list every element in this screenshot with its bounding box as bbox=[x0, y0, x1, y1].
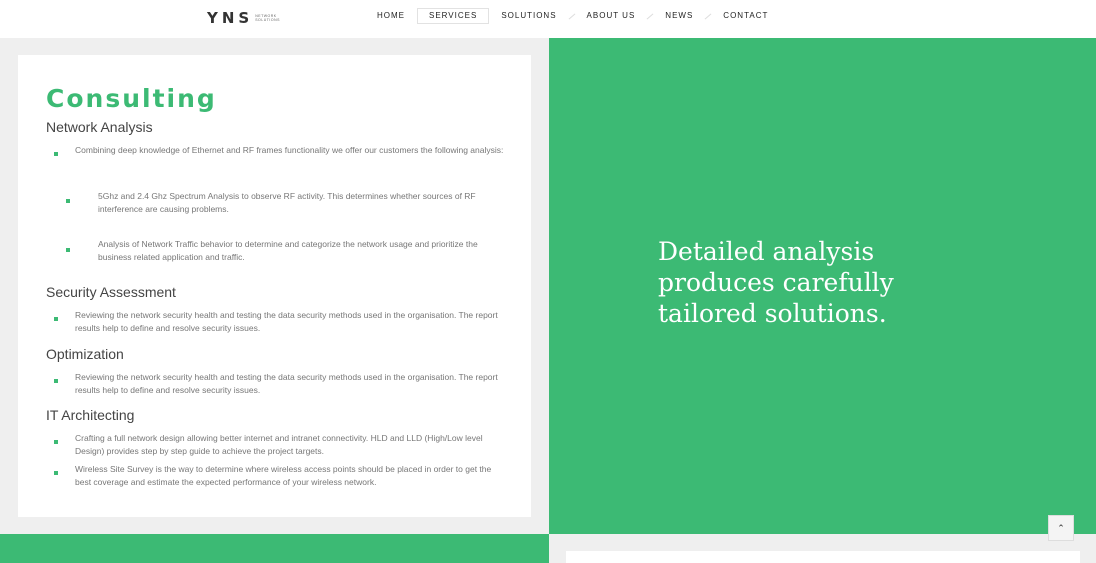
next-section-card bbox=[566, 551, 1080, 563]
scroll-to-top-button[interactable]: ⌃ bbox=[1048, 515, 1074, 541]
section-heading-security-assessment: Security Assessment bbox=[46, 284, 176, 300]
nav-solutions[interactable]: SOLUTIONS bbox=[492, 8, 565, 24]
list-item: Combining deep knowledge of Ethernet and… bbox=[75, 145, 504, 155]
main-nav: HOME SERVICES SOLUTIONS ABOUT US NEWS CO… bbox=[368, 8, 777, 24]
nav-divider bbox=[646, 13, 654, 19]
nav-services[interactable]: SERVICES bbox=[417, 8, 490, 24]
list-item: Reviewing the network security health an… bbox=[75, 372, 498, 395]
hero-tagline: Detailed analysis produces carefully tai… bbox=[658, 237, 894, 328]
list-item: Reviewing the network security health an… bbox=[75, 310, 498, 333]
bullet-icon bbox=[54, 152, 58, 156]
list-item: Crafting a full network design allowing … bbox=[75, 433, 483, 456]
bullet-icon bbox=[66, 199, 70, 203]
bullet-icon bbox=[66, 248, 70, 252]
logo-mark: YNS bbox=[207, 9, 254, 27]
nav-divider bbox=[568, 13, 575, 19]
nav-home[interactable]: HOME bbox=[368, 8, 414, 24]
nav-divider bbox=[704, 13, 712, 19]
consulting-card: Consulting Network Analysis Combining de… bbox=[18, 55, 531, 517]
top-navigation-bar: YNS NETWORK SOLUTIONS HOME SERVICES SOLU… bbox=[0, 0, 1096, 38]
bullet-icon bbox=[54, 379, 58, 383]
chevron-up-icon: ⌃ bbox=[1057, 522, 1065, 533]
list-item: Wireless Site Survey is the way to deter… bbox=[75, 464, 492, 487]
section-heading-it-architecting: IT Architecting bbox=[46, 407, 135, 423]
bullet-icon bbox=[54, 471, 58, 475]
list-item: 5Ghz and 2.4 Ghz Spectrum Analysis to ob… bbox=[98, 191, 476, 214]
section-heading-optimization: Optimization bbox=[46, 346, 124, 362]
bullet-icon bbox=[54, 440, 58, 444]
nav-news[interactable]: NEWS bbox=[656, 8, 702, 24]
company-logo[interactable]: YNS NETWORK SOLUTIONS bbox=[207, 6, 279, 30]
nav-about-us[interactable]: ABOUT US bbox=[578, 8, 645, 24]
nav-contact[interactable]: CONTACT bbox=[714, 8, 777, 24]
hero-panel: Detailed analysis produces carefully tai… bbox=[549, 38, 1096, 534]
logo-subtitle: NETWORK SOLUTIONS bbox=[255, 14, 280, 22]
section-heading-network-analysis: Network Analysis bbox=[46, 119, 153, 135]
page-title: Consulting bbox=[46, 84, 217, 113]
list-item: Analysis of Network Traffic behavior to … bbox=[98, 239, 478, 262]
next-section-green bbox=[0, 534, 549, 563]
bullet-icon bbox=[54, 317, 58, 321]
